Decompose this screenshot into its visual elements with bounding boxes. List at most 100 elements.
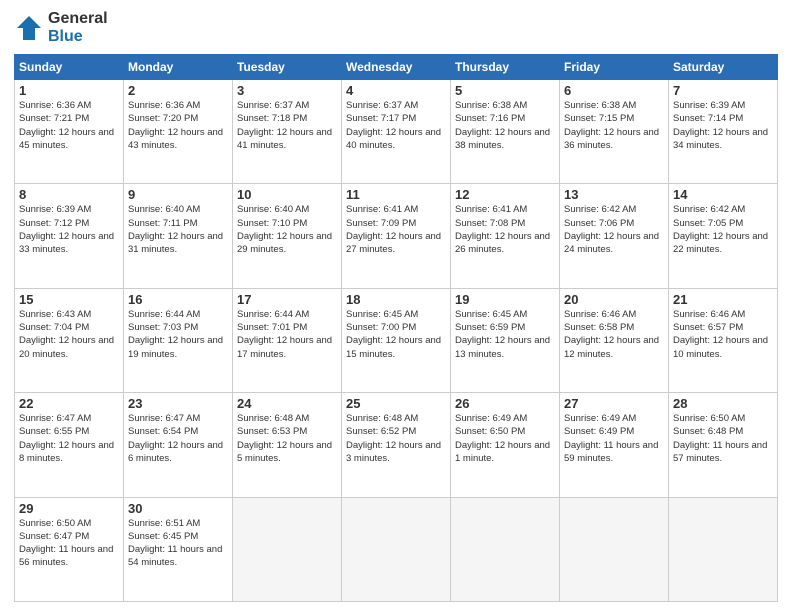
calendar-day: 16 Sunrise: 6:44 AM Sunset: 7:03 PM Dayl… — [124, 288, 233, 392]
calendar-week-2: 8 Sunrise: 6:39 AM Sunset: 7:12 PM Dayli… — [15, 184, 778, 288]
sunrise-label: Sunrise: 6:44 AM — [128, 309, 200, 320]
day-number: 4 — [346, 83, 446, 98]
sunset-label: Sunset: 7:12 PM — [19, 218, 89, 229]
day-info: Sunrise: 6:40 AM Sunset: 7:10 PM Dayligh… — [237, 203, 337, 256]
calendar-header-row: SundayMondayTuesdayWednesdayThursdayFrid… — [15, 55, 778, 80]
calendar-day: 5 Sunrise: 6:38 AM Sunset: 7:16 PM Dayli… — [451, 80, 560, 184]
calendar-header-friday: Friday — [560, 55, 669, 80]
day-number: 14 — [673, 187, 773, 202]
calendar-day: 27 Sunrise: 6:49 AM Sunset: 6:49 PM Dayl… — [560, 393, 669, 497]
sunset-label: Sunset: 7:00 PM — [346, 322, 416, 333]
sunset-label: Sunset: 6:50 PM — [455, 426, 525, 437]
day-info: Sunrise: 6:41 AM Sunset: 7:08 PM Dayligh… — [455, 203, 555, 256]
sunrise-label: Sunrise: 6:47 AM — [128, 413, 200, 424]
sunrise-label: Sunrise: 6:50 AM — [19, 518, 91, 529]
day-number: 22 — [19, 396, 119, 411]
day-number: 28 — [673, 396, 773, 411]
day-info: Sunrise: 6:39 AM Sunset: 7:14 PM Dayligh… — [673, 99, 773, 152]
day-number: 17 — [237, 292, 337, 307]
day-info: Sunrise: 6:38 AM Sunset: 7:16 PM Dayligh… — [455, 99, 555, 152]
calendar-day — [451, 497, 560, 601]
sunrise-label: Sunrise: 6:48 AM — [237, 413, 309, 424]
sunrise-label: Sunrise: 6:37 AM — [237, 100, 309, 111]
day-info: Sunrise: 6:44 AM Sunset: 7:01 PM Dayligh… — [237, 308, 337, 361]
day-number: 24 — [237, 396, 337, 411]
daylight-label: Daylight: 12 hours and 1 minute. — [455, 440, 550, 464]
sunset-label: Sunset: 7:21 PM — [19, 113, 89, 124]
day-info: Sunrise: 6:45 AM Sunset: 7:00 PM Dayligh… — [346, 308, 446, 361]
sunset-label: Sunset: 6:47 PM — [19, 531, 89, 542]
sunset-label: Sunset: 7:15 PM — [564, 113, 634, 124]
sunset-label: Sunset: 7:06 PM — [564, 218, 634, 229]
day-number: 5 — [455, 83, 555, 98]
sunrise-label: Sunrise: 6:44 AM — [237, 309, 309, 320]
calendar-day: 17 Sunrise: 6:44 AM Sunset: 7:01 PM Dayl… — [233, 288, 342, 392]
calendar: SundayMondayTuesdayWednesdayThursdayFrid… — [14, 54, 778, 602]
sunrise-label: Sunrise: 6:39 AM — [673, 100, 745, 111]
sunset-label: Sunset: 7:09 PM — [346, 218, 416, 229]
sunset-label: Sunset: 7:10 PM — [237, 218, 307, 229]
sunset-label: Sunset: 6:52 PM — [346, 426, 416, 437]
sunset-label: Sunset: 7:08 PM — [455, 218, 525, 229]
sunrise-label: Sunrise: 6:46 AM — [564, 309, 636, 320]
sunrise-label: Sunrise: 6:37 AM — [346, 100, 418, 111]
sunset-label: Sunset: 6:55 PM — [19, 426, 89, 437]
day-number: 16 — [128, 292, 228, 307]
sunrise-label: Sunrise: 6:41 AM — [455, 204, 527, 215]
sunrise-label: Sunrise: 6:36 AM — [128, 100, 200, 111]
daylight-label: Daylight: 12 hours and 22 minutes. — [673, 231, 768, 255]
calendar-day: 23 Sunrise: 6:47 AM Sunset: 6:54 PM Dayl… — [124, 393, 233, 497]
calendar-week-1: 1 Sunrise: 6:36 AM Sunset: 7:21 PM Dayli… — [15, 80, 778, 184]
daylight-label: Daylight: 12 hours and 43 minutes. — [128, 127, 223, 151]
sunrise-label: Sunrise: 6:38 AM — [564, 100, 636, 111]
calendar-day: 19 Sunrise: 6:45 AM Sunset: 6:59 PM Dayl… — [451, 288, 560, 392]
daylight-label: Daylight: 12 hours and 29 minutes. — [237, 231, 332, 255]
daylight-label: Daylight: 12 hours and 34 minutes. — [673, 127, 768, 151]
sunset-label: Sunset: 6:45 PM — [128, 531, 198, 542]
sunrise-label: Sunrise: 6:45 AM — [346, 309, 418, 320]
calendar-day: 15 Sunrise: 6:43 AM Sunset: 7:04 PM Dayl… — [15, 288, 124, 392]
daylight-label: Daylight: 11 hours and 57 minutes. — [673, 440, 767, 464]
sunset-label: Sunset: 7:20 PM — [128, 113, 198, 124]
sunset-label: Sunset: 7:17 PM — [346, 113, 416, 124]
day-number: 3 — [237, 83, 337, 98]
calendar-day: 28 Sunrise: 6:50 AM Sunset: 6:48 PM Dayl… — [669, 393, 778, 497]
daylight-label: Daylight: 12 hours and 19 minutes. — [128, 335, 223, 359]
sunrise-label: Sunrise: 6:36 AM — [19, 100, 91, 111]
sunset-label: Sunset: 6:54 PM — [128, 426, 198, 437]
sunrise-label: Sunrise: 6:45 AM — [455, 309, 527, 320]
sunrise-label: Sunrise: 6:40 AM — [128, 204, 200, 215]
calendar-day: 14 Sunrise: 6:42 AM Sunset: 7:05 PM Dayl… — [669, 184, 778, 288]
calendar-day: 12 Sunrise: 6:41 AM Sunset: 7:08 PM Dayl… — [451, 184, 560, 288]
sunrise-label: Sunrise: 6:50 AM — [673, 413, 745, 424]
day-number: 8 — [19, 187, 119, 202]
day-info: Sunrise: 6:40 AM Sunset: 7:11 PM Dayligh… — [128, 203, 228, 256]
sunrise-label: Sunrise: 6:51 AM — [128, 518, 200, 529]
sunrise-label: Sunrise: 6:49 AM — [564, 413, 636, 424]
day-number: 9 — [128, 187, 228, 202]
calendar-day: 6 Sunrise: 6:38 AM Sunset: 7:15 PM Dayli… — [560, 80, 669, 184]
calendar-header-wednesday: Wednesday — [342, 55, 451, 80]
sunrise-label: Sunrise: 6:42 AM — [673, 204, 745, 215]
sunrise-label: Sunrise: 6:38 AM — [455, 100, 527, 111]
calendar-header-saturday: Saturday — [669, 55, 778, 80]
calendar-day: 1 Sunrise: 6:36 AM Sunset: 7:21 PM Dayli… — [15, 80, 124, 184]
day-number: 11 — [346, 187, 446, 202]
calendar-day — [669, 497, 778, 601]
day-info: Sunrise: 6:39 AM Sunset: 7:12 PM Dayligh… — [19, 203, 119, 256]
calendar-day: 18 Sunrise: 6:45 AM Sunset: 7:00 PM Dayl… — [342, 288, 451, 392]
sunrise-label: Sunrise: 6:49 AM — [455, 413, 527, 424]
daylight-label: Daylight: 12 hours and 40 minutes. — [346, 127, 441, 151]
calendar-header-monday: Monday — [124, 55, 233, 80]
day-number: 23 — [128, 396, 228, 411]
sunset-label: Sunset: 7:01 PM — [237, 322, 307, 333]
sunrise-label: Sunrise: 6:48 AM — [346, 413, 418, 424]
sunset-label: Sunset: 7:18 PM — [237, 113, 307, 124]
daylight-label: Daylight: 12 hours and 45 minutes. — [19, 127, 114, 151]
daylight-label: Daylight: 12 hours and 26 minutes. — [455, 231, 550, 255]
sunset-label: Sunset: 7:03 PM — [128, 322, 198, 333]
calendar-day: 8 Sunrise: 6:39 AM Sunset: 7:12 PM Dayli… — [15, 184, 124, 288]
calendar-week-5: 29 Sunrise: 6:50 AM Sunset: 6:47 PM Dayl… — [15, 497, 778, 601]
day-number: 1 — [19, 83, 119, 98]
sunrise-label: Sunrise: 6:42 AM — [564, 204, 636, 215]
